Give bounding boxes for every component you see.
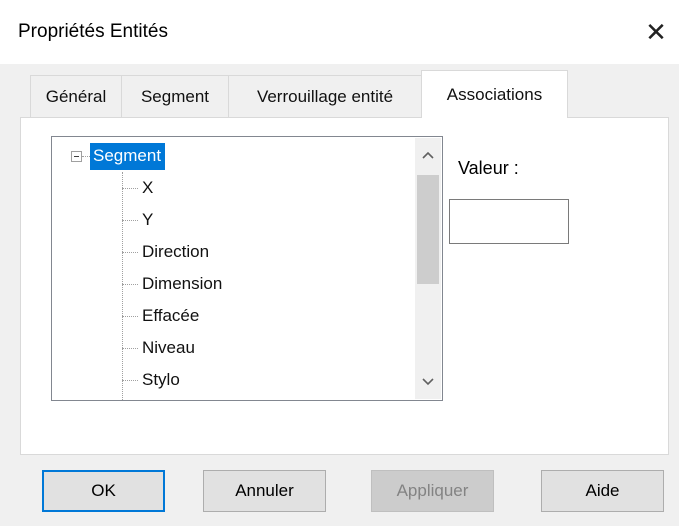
- tab-general[interactable]: Général: [30, 75, 122, 117]
- annuler-button[interactable]: Annuler: [203, 470, 326, 512]
- close-icon[interactable]: ✕: [636, 14, 676, 50]
- ok-button[interactable]: OK: [42, 470, 165, 512]
- vertical-scrollbar[interactable]: [415, 138, 441, 399]
- tree-item-dimension[interactable]: Dimension: [122, 268, 222, 300]
- appliquer-button[interactable]: Appliquer: [371, 470, 494, 512]
- tree-root-row[interactable]: Segment: [71, 141, 166, 171]
- tree-item-label: Effacée: [142, 306, 200, 325]
- tree-view[interactable]: Segment X Y Direction Dimension Effacée …: [51, 136, 443, 401]
- tree-item-label: Dimension: [142, 274, 223, 293]
- title-bar: Propriétés Entités ✕: [0, 0, 679, 64]
- scrollbar-thumb[interactable]: [417, 175, 439, 284]
- collapse-icon[interactable]: [71, 150, 82, 162]
- tree-item-label: Direction: [142, 242, 210, 261]
- tree-item-label: Stylo: [142, 370, 180, 389]
- tab-associations[interactable]: Associations: [421, 70, 568, 118]
- tree-item-direction[interactable]: Direction: [122, 236, 209, 268]
- scroll-down-icon[interactable]: [415, 367, 441, 397]
- tree-connector: [122, 187, 138, 189]
- tree-item-label: Y: [142, 210, 154, 229]
- tree-item-effacee[interactable]: Effacée: [122, 300, 199, 332]
- window-title: Propriétés Entités: [18, 21, 168, 42]
- tree-connector: [122, 283, 138, 285]
- tree-connector: [122, 347, 138, 349]
- tree-root-label[interactable]: Segment: [90, 142, 166, 170]
- aide-button[interactable]: Aide: [541, 470, 664, 512]
- tab-segment[interactable]: Segment: [121, 75, 229, 117]
- scroll-up-icon[interactable]: [415, 140, 441, 170]
- tree-item-stylo[interactable]: Stylo: [122, 364, 180, 396]
- tab-verrouillage-entite[interactable]: Verrouillage entité: [228, 75, 422, 117]
- tree-item-label: X: [142, 178, 154, 197]
- valeur-input[interactable]: [449, 199, 569, 244]
- tree-item-x[interactable]: X: [122, 172, 153, 204]
- valeur-label: Valeur :: [458, 158, 519, 178]
- tree-item-label: Niveau: [142, 338, 195, 357]
- tree-connector: [82, 155, 90, 157]
- tree-connector: [122, 379, 138, 381]
- tree-connector: [122, 219, 138, 221]
- tree-connector: [122, 315, 138, 317]
- tree-connector: [122, 251, 138, 253]
- tree-item-niveau[interactable]: Niveau: [122, 332, 195, 364]
- tree-item-y[interactable]: Y: [122, 204, 153, 236]
